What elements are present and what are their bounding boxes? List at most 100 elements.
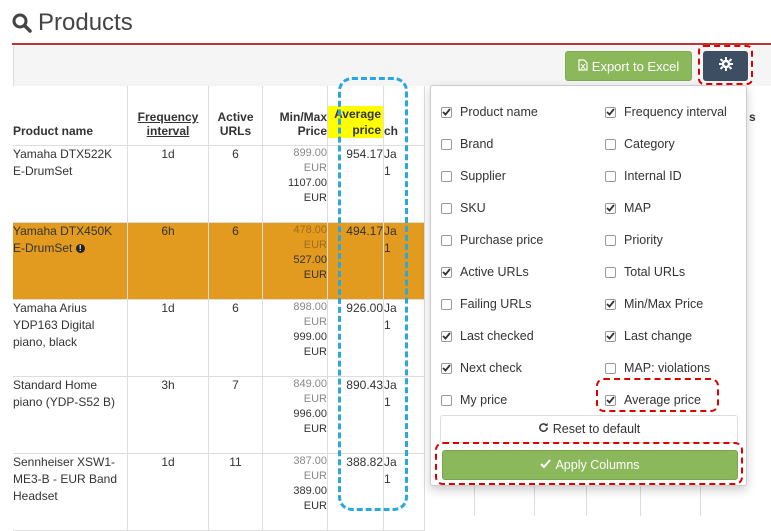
column-option[interactable]: Active URLs bbox=[441, 262, 529, 282]
cell-minmax-price: 387.00 EUR 389.00 EUR bbox=[262, 453, 328, 531]
max-currency: EUR bbox=[303, 500, 327, 512]
column-option-label: Active URLs bbox=[460, 265, 529, 279]
column-option[interactable]: Purchase price bbox=[441, 230, 543, 250]
max-price: 1107.00 bbox=[288, 177, 327, 189]
cell-minmax-price: 898.00 EUR 999.00 EUR bbox=[262, 299, 328, 377]
column-option[interactable]: Brand bbox=[441, 134, 493, 154]
column-picker-dropdown: Product name Frequency interval Brand Categ… bbox=[430, 85, 747, 486]
min-currency: EUR bbox=[303, 470, 327, 482]
min-currency: EUR bbox=[303, 316, 327, 328]
gear-icon bbox=[718, 56, 733, 76]
column-option[interactable]: Min/Max Price bbox=[605, 294, 703, 314]
checkbox-checked[interactable] bbox=[605, 202, 616, 214]
column-option[interactable]: Next check bbox=[441, 358, 522, 378]
header-frequency-interval[interactable]: Frequency interval bbox=[127, 86, 209, 146]
search-icon bbox=[12, 13, 32, 33]
column-option[interactable]: Average price bbox=[605, 390, 701, 410]
column-option[interactable]: Last change bbox=[605, 326, 692, 346]
max-currency: EUR bbox=[303, 423, 327, 435]
checkbox-unchecked[interactable] bbox=[441, 298, 452, 310]
header-active-urls: Active URLs bbox=[208, 86, 263, 146]
column-settings-button[interactable] bbox=[703, 51, 748, 81]
column-option-label: Total URLs bbox=[624, 265, 686, 279]
column-option-label: Priority bbox=[624, 233, 663, 247]
table-row[interactable]: Sennheiser XSW1-ME3-B - EUR Band Headset… bbox=[13, 453, 425, 531]
cell-active-urls: 6 bbox=[208, 145, 263, 223]
header-product-name: Product name bbox=[13, 86, 128, 146]
refresh-icon bbox=[538, 422, 549, 436]
table-row[interactable]: Yamaha Arius YDP163 Digital piano, black… bbox=[13, 299, 425, 377]
column-option-label: Category bbox=[624, 137, 675, 151]
min-currency: EUR bbox=[303, 162, 327, 174]
apply-columns-button[interactable]: Apply Columns bbox=[442, 450, 738, 480]
min-price: 387.00 bbox=[293, 455, 327, 467]
column-option[interactable]: Frequency interval bbox=[605, 102, 727, 122]
checkbox-unchecked[interactable] bbox=[441, 234, 452, 246]
header-average-price: Average price bbox=[327, 86, 384, 146]
header-partial-label: s bbox=[749, 110, 756, 124]
column-option[interactable]: Failing URLs bbox=[441, 294, 532, 314]
checkbox-checked[interactable] bbox=[605, 298, 616, 310]
checkbox-unchecked[interactable] bbox=[605, 138, 616, 150]
min-price: 478.00 bbox=[293, 224, 327, 236]
checkbox-unchecked[interactable] bbox=[605, 362, 616, 374]
export-label: Export to Excel bbox=[591, 58, 680, 74]
column-option[interactable]: MAP bbox=[605, 198, 651, 218]
column-option-label: Product name bbox=[460, 105, 538, 119]
cell-average-price: 926.00 bbox=[327, 299, 384, 377]
cell-average-price: 890.43 bbox=[327, 376, 384, 454]
checkbox-unchecked[interactable] bbox=[605, 266, 616, 278]
table-row[interactable]: Yamaha DTX450K E-DrumSet ! 6h 6 478.00 E… bbox=[13, 222, 425, 300]
cell-active-urls: 6 bbox=[208, 222, 263, 300]
cell-active-urls: 11 bbox=[208, 453, 263, 531]
checkbox-unchecked[interactable] bbox=[441, 138, 452, 150]
checkbox-unchecked[interactable] bbox=[605, 170, 616, 182]
checkbox-unchecked[interactable] bbox=[441, 394, 452, 406]
checkbox-unchecked[interactable] bbox=[441, 170, 452, 182]
max-price: 996.00 bbox=[293, 408, 327, 420]
column-option[interactable]: SKU bbox=[441, 198, 486, 218]
cell-average-price: 388.82 bbox=[327, 453, 384, 531]
column-option-label: Purchase price bbox=[460, 233, 544, 247]
checkbox-checked[interactable] bbox=[605, 106, 616, 118]
products-table: Product name Frequency interval Active U… bbox=[13, 86, 425, 531]
max-price: 999.00 bbox=[293, 331, 327, 343]
column-option[interactable]: Product name bbox=[441, 102, 538, 122]
page-title: Products bbox=[12, 8, 133, 38]
reset-label: Reset to default bbox=[552, 422, 641, 436]
checkbox-checked[interactable] bbox=[441, 362, 452, 374]
checkbox-unchecked[interactable] bbox=[441, 202, 452, 214]
column-option[interactable]: Supplier bbox=[441, 166, 506, 186]
info-icon[interactable]: ! bbox=[75, 244, 85, 254]
cell-next-check: Ja 1 bbox=[383, 376, 425, 454]
column-option-label: Last checked bbox=[460, 329, 534, 343]
column-option-label: Internal ID bbox=[624, 169, 682, 183]
cell-minmax-price: 478.00 EUR 527.00 EUR bbox=[262, 222, 328, 300]
column-option-label: MAP bbox=[624, 201, 652, 215]
column-option[interactable]: My price bbox=[441, 390, 507, 410]
column-option[interactable]: Priority bbox=[605, 230, 663, 250]
column-option[interactable]: Total URLs bbox=[605, 262, 685, 282]
max-currency: EUR bbox=[303, 269, 327, 281]
cell-average-price: 494.17 bbox=[327, 222, 384, 300]
export-to-excel-button[interactable]: Export to Excel bbox=[565, 51, 692, 81]
max-currency: EUR bbox=[303, 346, 327, 358]
cell-active-urls: 7 bbox=[208, 376, 263, 454]
column-option[interactable]: Internal ID bbox=[605, 166, 682, 186]
min-currency: EUR bbox=[303, 239, 327, 251]
checkbox-checked[interactable] bbox=[441, 330, 452, 342]
header-next-check-partial: ch bbox=[383, 86, 425, 146]
column-option[interactable]: Last checked bbox=[441, 326, 534, 346]
column-option[interactable]: Category bbox=[605, 134, 675, 154]
table-row[interactable]: Standard Home piano (YDP-S52 B) 3h 7 849… bbox=[13, 376, 425, 454]
checkbox-unchecked[interactable] bbox=[605, 234, 616, 246]
checkbox-checked[interactable] bbox=[605, 394, 616, 406]
table-row[interactable]: Yamaha DTX522K E-DrumSet 1d 6 899.00 EUR… bbox=[13, 145, 425, 223]
checkbox-checked[interactable] bbox=[441, 106, 452, 118]
page-title-text: Products bbox=[38, 9, 133, 36]
checkbox-checked[interactable] bbox=[605, 330, 616, 342]
column-option-label: Frequency interval bbox=[624, 105, 727, 119]
column-option[interactable]: MAP: violations bbox=[605, 358, 710, 378]
checkbox-checked[interactable] bbox=[441, 266, 452, 278]
reset-to-default-button[interactable]: Reset to default bbox=[440, 415, 738, 443]
